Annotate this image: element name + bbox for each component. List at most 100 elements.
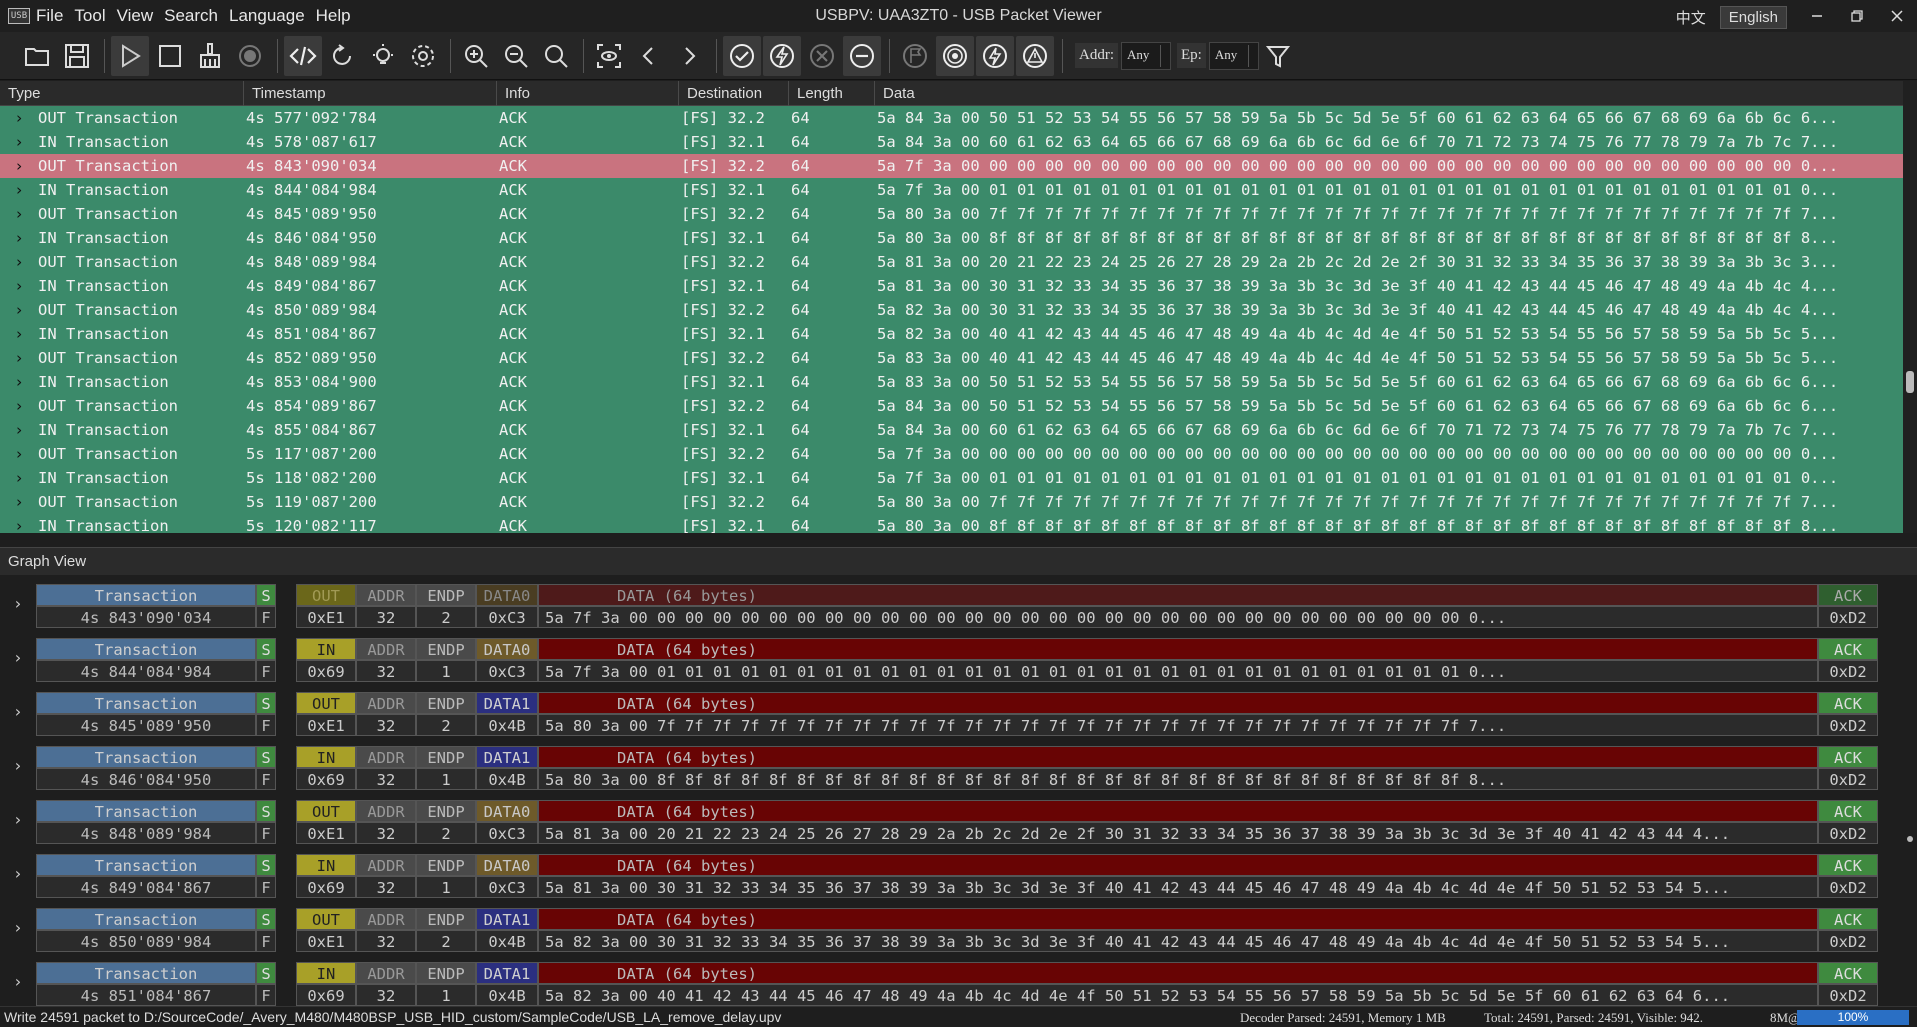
- packet-list-scrollbar[interactable]: [1903, 81, 1917, 533]
- packet-row[interactable]: › IN Transaction 5s 120'082'117 ACK [FS] 32.…: [0, 514, 1917, 533]
- expand-chevron-icon[interactable]: ›: [0, 418, 38, 442]
- theme-button[interactable]: [364, 36, 402, 76]
- packet-row[interactable]: › OUT Transaction 4s 852'089'950 ACK [FS] 32…: [0, 346, 1917, 370]
- graph-transaction-row[interactable]: › Transaction 4s 850'089'984 S F OUT 0xE1 ADDR 3…: [0, 908, 1900, 952]
- code-view-button[interactable]: [284, 35, 322, 76]
- expand-chevron-icon[interactable]: ›: [13, 594, 27, 614]
- expand-chevron-icon[interactable]: ›: [0, 442, 38, 466]
- column-header-destination[interactable]: Destination: [679, 81, 789, 106]
- zoom-in-button[interactable]: [457, 36, 495, 76]
- menu-search[interactable]: Search: [164, 6, 218, 26]
- addr-spinner[interactable]: [1160, 44, 1168, 67]
- graph-view-scroll-thumb[interactable]: [1907, 836, 1913, 842]
- menu-view[interactable]: View: [117, 6, 154, 26]
- graph-view-scrollbar[interactable]: [1903, 576, 1917, 1006]
- packet-row[interactable]: › OUT Transaction 4s 850'089'984 ACK [FS] 32…: [0, 298, 1917, 322]
- packet-row[interactable]: › IN Transaction 4s 844'084'984 ACK [FS] 32.…: [0, 178, 1917, 202]
- packet-row[interactable]: › IN Transaction 5s 118'082'200 ACK [FS] 32.…: [0, 466, 1917, 490]
- lang-english-button[interactable]: English: [1719, 6, 1787, 29]
- column-header-type[interactable]: Type: [0, 81, 244, 106]
- addr-selector[interactable]: Any: [1121, 41, 1171, 70]
- next-button[interactable]: [670, 36, 708, 76]
- filter-power-button[interactable]: [976, 35, 1014, 76]
- packet-row[interactable]: › IN Transaction 4s 846'084'950 ACK [FS] 32.…: [0, 226, 1917, 250]
- menu-help[interactable]: Help: [316, 6, 351, 26]
- graph-transaction-row[interactable]: › Transaction 4s 849'084'867 S F IN 0x69 ADDR 32…: [0, 854, 1900, 898]
- record-button[interactable]: [231, 36, 269, 76]
- filter-signal-button[interactable]: [936, 35, 974, 76]
- graph-transaction-row[interactable]: › Transaction 4s 846'084'950 S F IN 0x69 ADDR 32…: [0, 746, 1900, 790]
- packet-row[interactable]: › OUT Transaction 4s 845'089'950 ACK [FS] 32…: [0, 202, 1917, 226]
- filter-sof-button[interactable]: [763, 35, 801, 76]
- expand-chevron-icon[interactable]: ›: [0, 274, 38, 298]
- expand-chevron-icon[interactable]: ›: [0, 106, 38, 130]
- graph-transaction-row[interactable]: › Transaction 4s 845'089'950 S F OUT 0xE1 ADDR 3…: [0, 692, 1900, 736]
- packet-row[interactable]: › IN Transaction 4s 855'084'867 ACK [FS] 32.…: [0, 418, 1917, 442]
- packet-row[interactable]: › IN Transaction 4s 578'087'617 ACK [FS] 32.…: [0, 130, 1917, 154]
- graph-transaction-row[interactable]: › Transaction 4s 848'089'984 S F OUT 0xE1 ADDR 3…: [0, 800, 1900, 844]
- expand-chevron-icon[interactable]: ›: [0, 514, 38, 533]
- menu-file[interactable]: File: [36, 6, 63, 26]
- packet-row[interactable]: › IN Transaction 4s 851'084'867 ACK [FS] 32.…: [0, 322, 1917, 346]
- packet-list-scroll-thumb[interactable]: [1906, 371, 1914, 393]
- minimize-button[interactable]: [1797, 0, 1837, 32]
- filter-button[interactable]: [1259, 36, 1297, 76]
- column-header-timestamp[interactable]: Timestamp: [244, 81, 497, 106]
- expand-chevron-icon[interactable]: ›: [0, 466, 38, 490]
- close-button[interactable]: [1877, 0, 1917, 32]
- expand-chevron-icon[interactable]: ›: [13, 648, 27, 668]
- open-button[interactable]: [18, 36, 56, 76]
- expand-chevron-icon[interactable]: ›: [13, 864, 27, 884]
- filter-flag-button[interactable]: [896, 36, 934, 76]
- expand-chevron-icon[interactable]: ›: [0, 370, 38, 394]
- expand-chevron-icon[interactable]: ›: [0, 322, 38, 346]
- filter-nak-button[interactable]: [803, 36, 841, 76]
- packet-row[interactable]: › IN Transaction 4s 849'084'867 ACK [FS] 32.…: [0, 274, 1917, 298]
- graph-transaction-row[interactable]: › Transaction 4s 851'084'867 S F IN 0x69 ADDR 32…: [0, 962, 1900, 1006]
- expand-chevron-icon[interactable]: ›: [13, 918, 27, 938]
- filter-ack-button[interactable]: [723, 35, 761, 76]
- menu-language[interactable]: Language: [229, 6, 305, 26]
- save-button[interactable]: [58, 36, 96, 76]
- expand-chevron-icon[interactable]: ›: [0, 346, 38, 370]
- expand-chevron-icon[interactable]: ›: [13, 756, 27, 776]
- expand-chevron-icon[interactable]: ›: [0, 130, 38, 154]
- previous-button[interactable]: [630, 36, 668, 76]
- expand-chevron-icon[interactable]: ›: [0, 250, 38, 274]
- search-button[interactable]: [537, 36, 575, 76]
- graph-transaction-row[interactable]: › Transaction 4s 844'084'984 S F IN 0x69 ADDR 32…: [0, 638, 1900, 682]
- packet-row[interactable]: › OUT Transaction 4s 843'090'034 ACK [FS] 32…: [0, 154, 1917, 178]
- packet-row[interactable]: › IN Transaction 4s 853'084'900 ACK [FS] 32.…: [0, 370, 1917, 394]
- ep-selector[interactable]: Any: [1208, 41, 1259, 70]
- expand-chevron-icon[interactable]: ›: [13, 810, 27, 830]
- column-header-length[interactable]: Length: [789, 81, 875, 106]
- filter-stall-button[interactable]: [843, 35, 881, 76]
- expand-chevron-icon[interactable]: ›: [0, 394, 38, 418]
- graph-transaction-row[interactable]: › Transaction 4s 843'090'034 S F OUT 0xE1 ADDR 3…: [0, 584, 1900, 628]
- clear-button[interactable]: [191, 36, 229, 76]
- stop-capture-button[interactable]: [151, 36, 189, 76]
- expand-chevron-icon[interactable]: ›: [0, 298, 38, 322]
- expand-chevron-icon[interactable]: ›: [13, 702, 27, 722]
- ep-spinner[interactable]: [1247, 44, 1256, 67]
- expand-chevron-icon[interactable]: ›: [13, 972, 27, 992]
- expand-chevron-icon[interactable]: ›: [0, 202, 38, 226]
- packet-row[interactable]: › OUT Transaction 4s 848'089'984 ACK [FS] 32…: [0, 250, 1917, 274]
- expand-chevron-icon[interactable]: ›: [0, 154, 38, 178]
- restore-button[interactable]: [1837, 0, 1877, 32]
- start-capture-button[interactable]: [111, 35, 149, 76]
- focus-view-button[interactable]: [590, 36, 628, 76]
- zoom-out-button[interactable]: [497, 36, 535, 76]
- lang-chinese-button[interactable]: 中文: [1668, 5, 1714, 30]
- filter-warning-button[interactable]: [1016, 35, 1054, 76]
- expand-chevron-icon[interactable]: ›: [0, 226, 38, 250]
- expand-chevron-icon[interactable]: ›: [0, 490, 38, 514]
- column-header-data[interactable]: Data: [875, 81, 1917, 106]
- packet-row[interactable]: › OUT Transaction 4s 854'089'867 ACK [FS] 32…: [0, 394, 1917, 418]
- refresh-button[interactable]: [324, 36, 362, 76]
- expand-chevron-icon[interactable]: ›: [0, 178, 38, 202]
- packet-row[interactable]: › OUT Transaction 5s 119'087'200 ACK [FS] 32…: [0, 490, 1917, 514]
- packet-row[interactable]: › OUT Transaction 5s 117'087'200 ACK [FS] 32…: [0, 442, 1917, 466]
- settings-button[interactable]: [404, 36, 442, 76]
- packet-row[interactable]: › OUT Transaction 4s 577'092'784 ACK [FS] 32…: [0, 106, 1917, 130]
